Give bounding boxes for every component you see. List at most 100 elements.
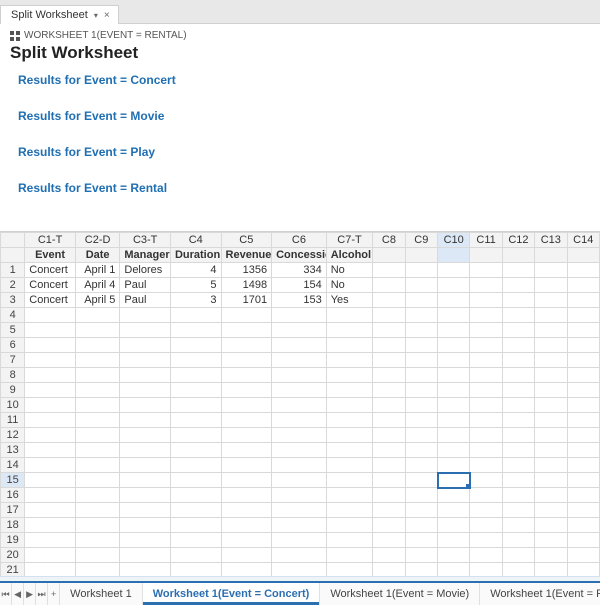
grid-cell[interactable] (405, 428, 437, 443)
grid-cell[interactable] (75, 533, 120, 548)
grid-cell[interactable] (75, 323, 120, 338)
grid-cell[interactable] (535, 323, 567, 338)
grid-cell[interactable] (272, 428, 327, 443)
grid-cell[interactable] (272, 398, 327, 413)
grid-cell[interactable]: 4 (170, 263, 221, 278)
grid-corner[interactable] (1, 233, 25, 248)
grid-cell[interactable] (25, 518, 76, 533)
grid-cell[interactable] (535, 533, 567, 548)
grid-cell[interactable] (75, 308, 120, 323)
grid-cell[interactable] (373, 308, 405, 323)
grid-cell[interactable] (405, 263, 437, 278)
grid-cell[interactable] (170, 443, 221, 458)
result-link[interactable]: Results for Event = Play (18, 145, 582, 159)
grid-cell[interactable] (326, 473, 373, 488)
close-icon[interactable]: × (104, 10, 110, 21)
grid-cell[interactable] (470, 503, 502, 518)
grid-cell[interactable] (373, 338, 405, 353)
grid-cell[interactable] (25, 398, 76, 413)
grid-cell[interactable] (221, 548, 272, 563)
grid-cell[interactable] (405, 413, 437, 428)
grid-cell[interactable] (535, 353, 567, 368)
grid-cell[interactable] (502, 338, 534, 353)
grid-cell[interactable] (470, 458, 502, 473)
grid-cell[interactable] (120, 368, 171, 383)
grid-cell[interactable] (470, 338, 502, 353)
row-number-header[interactable]: 20 (1, 548, 25, 563)
grid-cell[interactable] (120, 533, 171, 548)
grid-cell[interactable] (405, 368, 437, 383)
grid-cell[interactable] (75, 368, 120, 383)
grid-cell[interactable] (25, 428, 76, 443)
result-link[interactable]: Results for Event = Movie (18, 109, 582, 123)
grid-cell[interactable] (25, 548, 76, 563)
grid-cell[interactable] (535, 368, 567, 383)
grid-cell[interactable] (326, 398, 373, 413)
column-id-header[interactable]: C14 (567, 233, 599, 248)
grid-cell[interactable]: 5 (170, 278, 221, 293)
grid-cell[interactable] (272, 368, 327, 383)
grid-cell[interactable] (120, 443, 171, 458)
grid-cell[interactable] (272, 323, 327, 338)
grid-cell[interactable]: 1498 (221, 278, 272, 293)
grid-cell[interactable] (326, 488, 373, 503)
grid-cell[interactable] (75, 458, 120, 473)
grid-cell[interactable] (75, 428, 120, 443)
grid-cell[interactable] (405, 458, 437, 473)
grid-cell[interactable] (438, 533, 470, 548)
row-number-header[interactable]: 3 (1, 293, 25, 308)
grid-cell[interactable] (405, 503, 437, 518)
column-name-header[interactable]: Alcohol (326, 248, 373, 263)
grid-cell[interactable] (470, 413, 502, 428)
grid-cell[interactable] (567, 353, 599, 368)
grid-cell[interactable] (438, 443, 470, 458)
grid-cell[interactable] (502, 518, 534, 533)
grid-cell[interactable] (373, 548, 405, 563)
grid-cell[interactable] (438, 278, 470, 293)
nav-prev-icon[interactable]: ◀ (12, 583, 24, 605)
row-number-header[interactable]: 12 (1, 428, 25, 443)
grid-cell[interactable] (470, 548, 502, 563)
grid-cell[interactable] (438, 353, 470, 368)
grid-cell[interactable] (535, 518, 567, 533)
grid-cell[interactable] (502, 278, 534, 293)
row-number-header[interactable]: 15 (1, 473, 25, 488)
grid-cell[interactable] (470, 263, 502, 278)
add-worksheet-icon[interactable]: + (48, 583, 60, 605)
grid-cell[interactable] (405, 548, 437, 563)
grid-cell[interactable] (502, 503, 534, 518)
grid-cell[interactable] (170, 398, 221, 413)
grid-cell[interactable] (326, 383, 373, 398)
grid-cell[interactable] (405, 353, 437, 368)
column-name-header[interactable] (470, 248, 502, 263)
grid-cell[interactable] (326, 443, 373, 458)
grid-cell[interactable] (25, 383, 76, 398)
spreadsheet[interactable]: C1-TC2-DC3-TC4C5C6C7-TC8C9C10C11C12C13C1… (0, 231, 600, 605)
grid-cell[interactable] (535, 548, 567, 563)
grid-cell[interactable] (438, 338, 470, 353)
grid-cell[interactable] (120, 458, 171, 473)
grid-cell[interactable] (221, 338, 272, 353)
row-number-header[interactable]: 5 (1, 323, 25, 338)
grid-cell[interactable] (25, 368, 76, 383)
grid-cell[interactable] (326, 308, 373, 323)
row-number-header[interactable]: 4 (1, 308, 25, 323)
column-name-header[interactable] (373, 248, 405, 263)
grid-cell[interactable] (75, 473, 120, 488)
grid-cell[interactable] (75, 413, 120, 428)
grid-cell[interactable] (221, 458, 272, 473)
column-id-header[interactable]: C13 (535, 233, 567, 248)
grid-cell[interactable] (120, 308, 171, 323)
grid-cell[interactable] (470, 308, 502, 323)
column-id-header[interactable]: C1-T (25, 233, 76, 248)
grid-cell[interactable]: 153 (272, 293, 327, 308)
column-id-header[interactable]: C3-T (120, 233, 171, 248)
grid-cell[interactable] (25, 443, 76, 458)
grid-cell[interactable] (470, 368, 502, 383)
grid-cell[interactable] (438, 413, 470, 428)
grid-cell[interactable] (502, 308, 534, 323)
grid-cell[interactable] (373, 278, 405, 293)
grid-cell[interactable] (170, 488, 221, 503)
grid-cell[interactable] (120, 398, 171, 413)
grid-cell[interactable]: April 5 (75, 293, 120, 308)
